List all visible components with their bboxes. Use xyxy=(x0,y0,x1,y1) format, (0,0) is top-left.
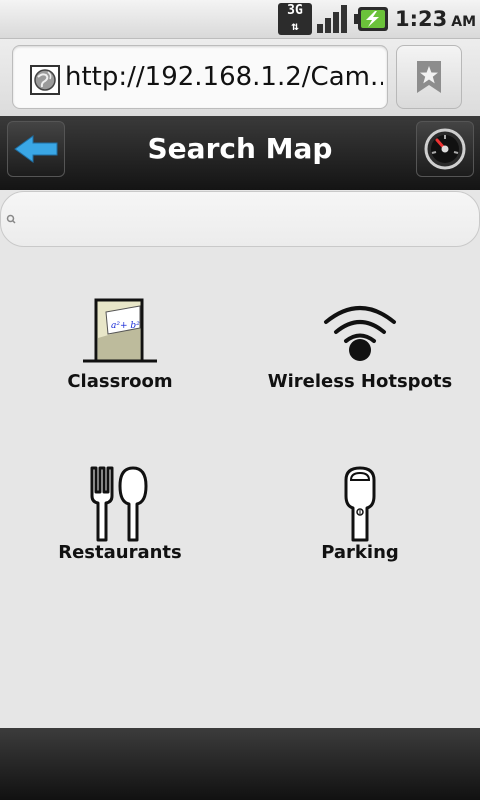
status-bar: 3G ⇅ 1:23 AM xyxy=(0,0,480,39)
svg-text:a²+ b²: a²+ b² xyxy=(111,321,140,331)
category-label-wireless-hotspots: Wireless Hotspots xyxy=(267,371,453,392)
page-title: Search Map xyxy=(147,132,333,165)
back-button[interactable] xyxy=(7,121,65,177)
category-label-restaurants: Restaurants xyxy=(58,542,182,563)
globe-icon xyxy=(30,65,60,95)
title-bar: Search Map xyxy=(0,116,480,190)
clock-ampm: AM xyxy=(451,14,477,30)
network-label: 3G xyxy=(287,3,303,18)
clock: 1:23 AM xyxy=(395,3,476,35)
url-text: http://192.168.1.2/Cam... xyxy=(65,62,383,92)
bookmark-button[interactable] xyxy=(396,45,462,109)
bottom-toolbar xyxy=(0,728,480,800)
bookmark-star-icon xyxy=(417,61,441,93)
dashboard-button[interactable] xyxy=(416,121,474,177)
classroom-icon: a²+ b² xyxy=(83,298,157,363)
category-parking[interactable]: Parking xyxy=(240,462,480,572)
category-restaurants[interactable]: Restaurants xyxy=(0,462,240,572)
battery-charging-icon xyxy=(354,7,388,31)
category-wireless-hotspots[interactable]: Wireless Hotspots xyxy=(240,290,480,400)
back-arrow-icon xyxy=(14,135,58,163)
category-classroom[interactable]: a²+ b² Classroom xyxy=(0,290,240,400)
wifi-icon xyxy=(324,306,396,361)
search-input[interactable] xyxy=(0,191,480,247)
network-3g-icon: 3G ⇅ xyxy=(278,3,312,35)
parking-meter-icon xyxy=(344,466,376,542)
search-icon xyxy=(6,214,16,224)
signal-strength-icon xyxy=(317,5,347,33)
browser-url-area: http://192.168.1.2/Cam... xyxy=(0,39,480,116)
category-label-parking: Parking xyxy=(321,542,399,563)
url-field[interactable]: http://192.168.1.2/Cam... xyxy=(12,45,388,109)
category-label-classroom: Classroom xyxy=(67,371,173,392)
dashboard-gauge-icon xyxy=(424,128,466,170)
clock-time: 1:23 xyxy=(395,7,448,31)
fork-spoon-icon xyxy=(90,466,148,542)
data-arrows-icon: ⇅ xyxy=(291,19,299,33)
